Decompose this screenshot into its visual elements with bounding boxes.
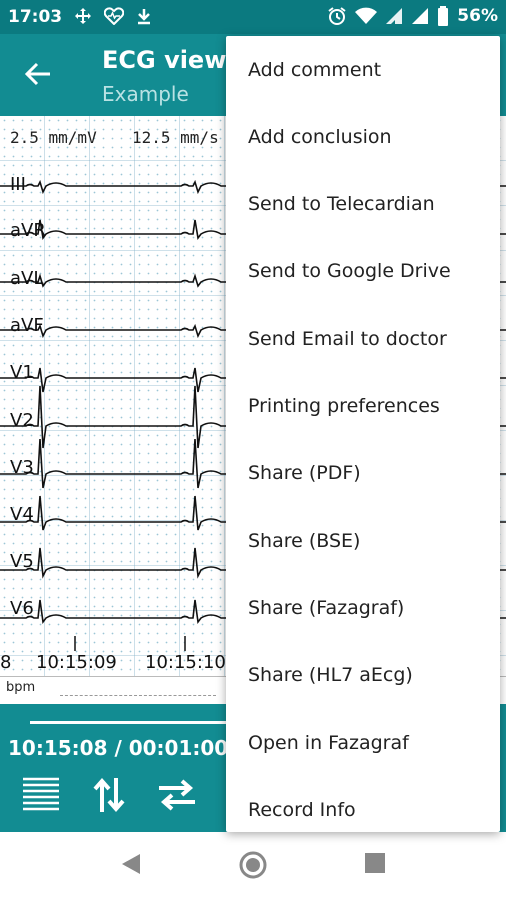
menu-item-label: Add comment bbox=[248, 58, 382, 81]
menu-item-add-conclusion[interactable]: Add conclusion bbox=[226, 103, 500, 170]
menu-item-label: Share (HL7 aEcg) bbox=[248, 663, 413, 686]
menu-item-label: Share (BSE) bbox=[248, 529, 361, 552]
alarm-icon bbox=[328, 7, 346, 25]
menu-item-label: Share (Fazagraf) bbox=[248, 596, 405, 619]
lead-label-aVF: aVF bbox=[10, 315, 44, 336]
scale-label: 2.5 mm/mV bbox=[10, 128, 97, 147]
menu-item-label: Send to Telecardian bbox=[248, 192, 435, 215]
back-arrow-icon[interactable] bbox=[24, 60, 52, 88]
menu-item-label: Add conclusion bbox=[248, 125, 392, 148]
nav-recents-icon[interactable] bbox=[364, 852, 386, 874]
battery-icon bbox=[438, 6, 449, 26]
speed-label: 12.5 mm/s bbox=[132, 128, 219, 147]
menu-item-label: Record Info bbox=[248, 798, 356, 821]
bpm-label: bpm bbox=[6, 680, 36, 695]
lines-icon bbox=[23, 777, 59, 811]
menu-item-share-pdf[interactable]: Share (PDF) bbox=[226, 439, 500, 506]
menu-item-send-google-drive[interactable]: Send to Google Drive bbox=[226, 237, 500, 304]
lines-button[interactable] bbox=[20, 774, 62, 816]
battery-percent: 56% bbox=[457, 6, 498, 26]
menu-item-share-fazagraf[interactable]: Share (Fazagraf) bbox=[226, 574, 500, 641]
status-time: 17:03 bbox=[8, 7, 63, 27]
move-icon bbox=[75, 8, 91, 24]
download-icon bbox=[138, 9, 150, 25]
lead-label-V1: V1 bbox=[10, 362, 34, 383]
nav-home-icon[interactable] bbox=[238, 850, 268, 880]
menu-item-record-info[interactable]: Record Info bbox=[226, 776, 500, 843]
menu-item-share-hl7[interactable]: Share (HL7 aEcg) bbox=[226, 641, 500, 708]
lead-label-aVL: aVL bbox=[10, 268, 44, 289]
signal-icon-2 bbox=[412, 8, 429, 24]
lead-label-V3: V3 bbox=[10, 457, 34, 478]
time-readout: 10:15:08 / 00:01:00 bbox=[8, 736, 229, 760]
swap-horizontal-icon bbox=[159, 779, 195, 811]
menu-item-share-bse[interactable]: Share (BSE) bbox=[226, 507, 500, 574]
lead-label-III: III bbox=[10, 174, 26, 195]
menu-item-label: Printing preferences bbox=[248, 394, 440, 417]
overflow-menu: Add comment Add conclusion Send to Telec… bbox=[226, 36, 500, 832]
menu-item-send-email[interactable]: Send Email to doctor bbox=[226, 305, 500, 372]
menu-item-send-telecardian[interactable]: Send to Telecardian bbox=[226, 170, 500, 237]
time-tick-2: 10:15:10 bbox=[145, 652, 226, 673]
lead-label-V6: V6 bbox=[10, 598, 34, 619]
menu-item-add-comment[interactable]: Add comment bbox=[226, 36, 500, 103]
bpm-line bbox=[60, 695, 216, 696]
wifi-icon bbox=[355, 7, 378, 24]
menu-item-label: Send to Google Drive bbox=[248, 259, 451, 282]
menu-item-label: Share (PDF) bbox=[248, 461, 361, 484]
lead-label-V5: V5 bbox=[10, 551, 34, 572]
heart-rate-icon bbox=[104, 7, 124, 25]
swap-vertical-button[interactable] bbox=[88, 774, 130, 816]
signal-icon bbox=[386, 8, 403, 24]
time-tick-0: 8 bbox=[0, 652, 12, 673]
status-bar: 17:03 56% bbox=[0, 0, 506, 34]
menu-item-open-fazagraf[interactable]: Open in Fazagraf bbox=[226, 709, 500, 776]
nav-back-icon[interactable] bbox=[120, 852, 142, 876]
swap-horizontal-button[interactable] bbox=[156, 774, 198, 816]
lead-label-aVR: aVR bbox=[10, 220, 46, 241]
menu-item-label: Open in Fazagraf bbox=[248, 731, 409, 754]
time-tick-1: 10:15:09 bbox=[36, 652, 117, 673]
page-title: ECG view bbox=[102, 46, 227, 74]
menu-item-label: Send Email to doctor bbox=[248, 327, 447, 350]
page-subtitle: Example bbox=[102, 82, 189, 106]
swap-vertical-icon bbox=[93, 777, 125, 813]
lead-label-V4: V4 bbox=[10, 504, 34, 525]
lead-label-V2: V2 bbox=[10, 410, 34, 431]
menu-item-printing-preferences[interactable]: Printing preferences bbox=[226, 372, 500, 439]
